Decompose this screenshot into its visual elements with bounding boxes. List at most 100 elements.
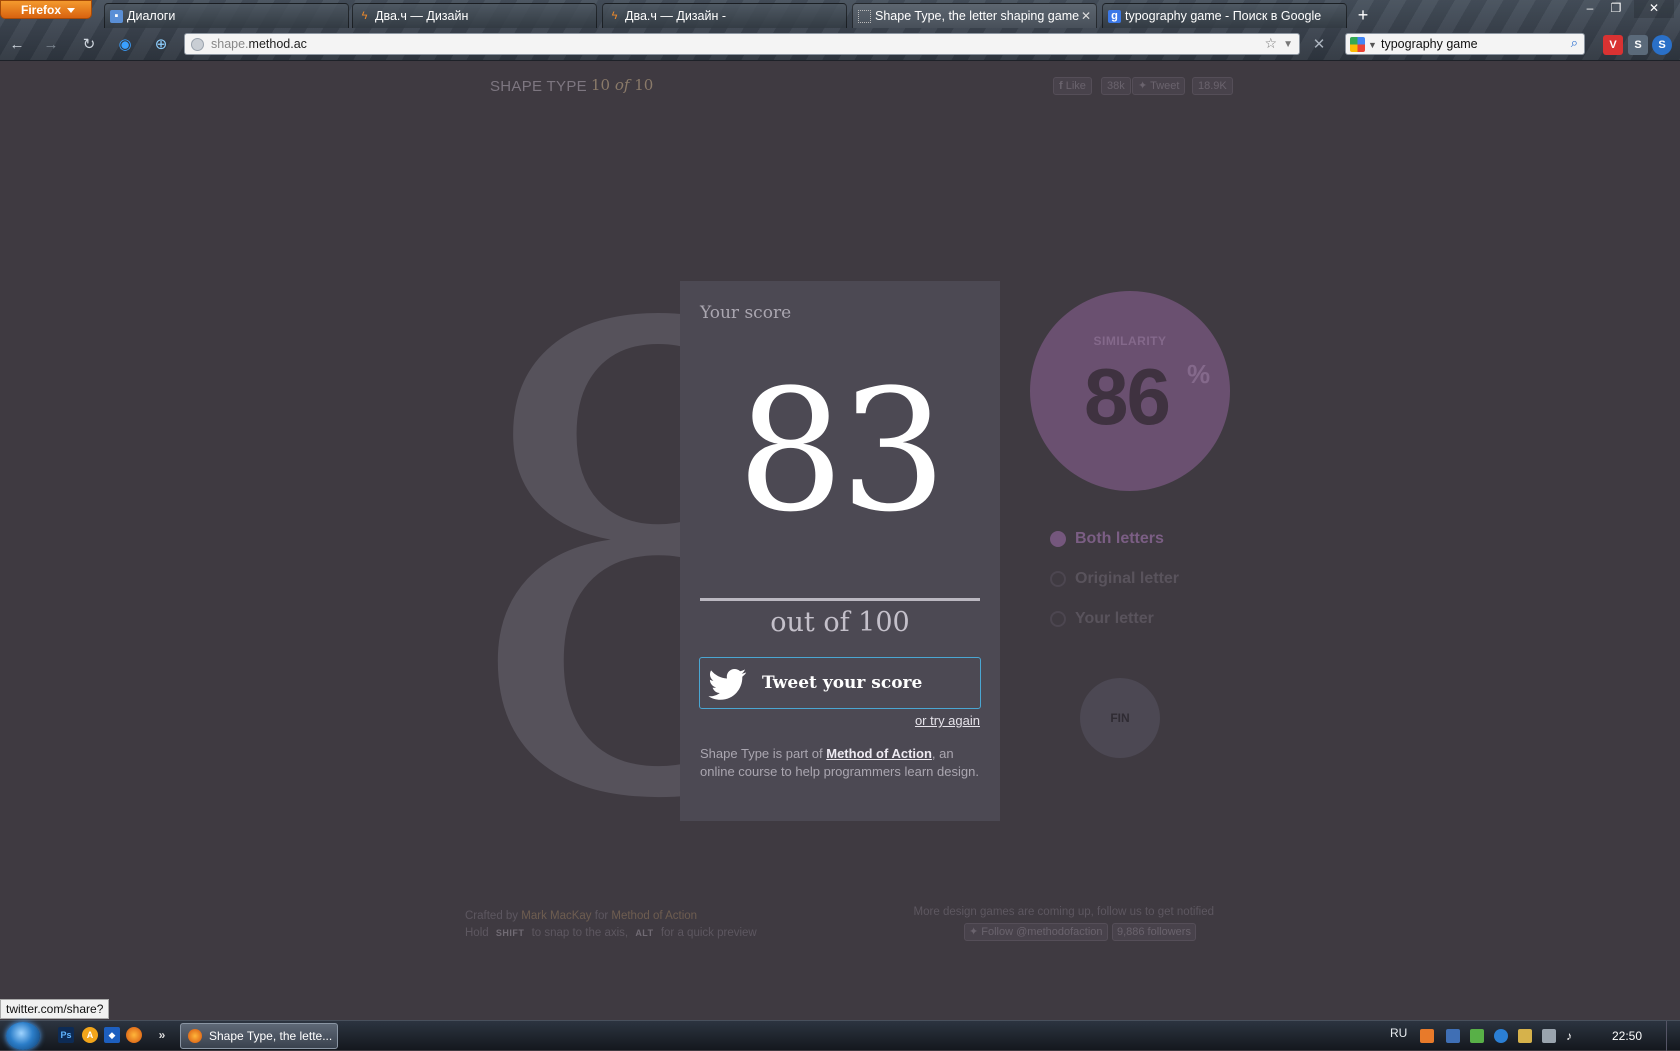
tweet-share-button[interactable]: ✦ Tweet	[1132, 77, 1186, 95]
firefox-icon	[188, 1029, 202, 1043]
google-engine-icon[interactable]	[1350, 37, 1365, 52]
url-bar[interactable]: shape.method.ac ☆ ▼	[184, 33, 1300, 55]
network-check-icon[interactable]	[1470, 1029, 1484, 1043]
similarity-badge: SIMILARITY 86 %	[1030, 291, 1230, 491]
more-quicklaunch-icon[interactable]: »	[154, 1027, 170, 1043]
search-icon[interactable]: ⌕	[1571, 35, 1578, 51]
crafted-mid: for	[594, 910, 609, 922]
minimize-icon[interactable]: –	[1578, 0, 1602, 18]
firefox-icon[interactable]	[126, 1027, 142, 1043]
view-option-label: Both letters	[1075, 530, 1164, 547]
flash-icon[interactable]	[1494, 1029, 1508, 1043]
addon-vans-icon[interactable]: V	[1603, 35, 1623, 55]
score-card: Your score 83 out of 100 Tweet your scor…	[680, 281, 1000, 821]
new-tab-button[interactable]: +	[1352, 6, 1374, 26]
org-link[interactable]: Method of Action	[611, 910, 697, 922]
facebook-like-button[interactable]: f Like	[1053, 77, 1092, 95]
chat-icon: ▪	[110, 10, 123, 23]
engine-dropdown-icon[interactable]: ▼	[1368, 35, 1377, 55]
site-identity-icon[interactable]	[191, 38, 204, 51]
like-count-badge: 38k	[1101, 77, 1131, 95]
tab-dvach-design-1[interactable]: ϟ Два.ч — Дизайн	[352, 3, 597, 28]
close-tab-icon[interactable]: ✕	[1081, 4, 1091, 28]
score-card-title: Your score	[700, 303, 792, 323]
crafted-prefix: Crafted by	[465, 910, 519, 922]
tab-shape-type[interactable]: Shape Type, the letter shaping game ✕	[852, 3, 1097, 28]
restore-icon[interactable]: ❐	[1604, 0, 1628, 18]
taskbar-item-firefox[interactable]: Shape Type, the lette...	[180, 1023, 338, 1049]
try-again-link[interactable]: or try again	[915, 713, 980, 728]
site-brand[interactable]: SHAPE TYPE	[490, 78, 587, 95]
author-link[interactable]: Mark MacKay	[521, 910, 591, 922]
page-content: SHAPE TYPE 10 of 10 f Like 38k ✦ Tweet 1…	[0, 62, 1680, 1020]
addon-speed-dial-icon[interactable]: ⊕	[150, 34, 172, 56]
action-center-icon[interactable]	[1542, 1029, 1556, 1043]
firefox-menu-label: Firefox	[21, 3, 62, 17]
back-icon[interactable]: ←	[6, 34, 28, 56]
stop-icon[interactable]: ✕	[1308, 34, 1330, 56]
url-subdomain: shape.	[211, 37, 249, 51]
twitter-bird-icon	[708, 669, 747, 700]
twitter-follow-button[interactable]: ✦ Follow @methodofaction	[964, 923, 1108, 941]
hold-text: Hold	[465, 927, 489, 939]
games-note: More design games are coming up, follow …	[913, 906, 1214, 918]
bolt-icon: ϟ	[611, 10, 618, 22]
radio-icon[interactable]	[1050, 531, 1066, 547]
addon-menu-icon[interactable]: S	[1628, 35, 1648, 55]
tweet-count-badge: 18.9K	[1192, 77, 1233, 95]
taskbar-item-label: Shape Type, the lette...	[209, 1029, 333, 1043]
search-input[interactable]: typography game	[1381, 34, 1478, 54]
home-icon[interactable]: ◉	[114, 34, 136, 56]
footer-credits: Crafted by Mark MacKay for Method of Act…	[465, 910, 757, 1004]
facebook-icon: f	[1059, 80, 1063, 92]
follow-label: Follow @methodofaction	[981, 926, 1103, 938]
tab-dialogs[interactable]: ▪ Диалоги	[104, 3, 349, 28]
start-button[interactable]	[6, 1022, 40, 1050]
dropbox-icon[interactable]: ◆	[104, 1027, 120, 1043]
radio-icon[interactable]	[1050, 571, 1066, 587]
aimp-icon[interactable]: A	[82, 1027, 98, 1043]
tools-tray-icon[interactable]	[1518, 1029, 1532, 1043]
tab-label: Shape Type, the letter shaping game	[875, 9, 1080, 23]
like-count: 38k	[1107, 80, 1125, 92]
alt-key-hint: ALT	[635, 928, 654, 938]
tweet-score-label: Tweet your score	[762, 673, 923, 693]
fin-button[interactable]: FIN	[1080, 678, 1160, 758]
show-desktop-button[interactable]	[1666, 1021, 1680, 1051]
twitter-icon: ✦	[1138, 80, 1148, 92]
forward-icon[interactable]: →	[40, 34, 62, 56]
windows-taskbar: Ps A ◆ » Shape Type, the lette... RU ♪ 2…	[0, 1020, 1680, 1051]
font-tray-icon[interactable]	[1446, 1029, 1460, 1043]
aimp-tray-icon[interactable]	[1420, 1029, 1434, 1043]
firefox-menu-button[interactable]: Firefox	[0, 0, 92, 19]
tab-google-search[interactable]: g typography game - Поиск в Google	[1102, 3, 1347, 28]
tweet-score-button[interactable]: Tweet your score	[699, 657, 981, 709]
method-of-action-link[interactable]: Method of Action	[826, 746, 932, 761]
score-value: 83	[737, 353, 947, 549]
photoshop-icon[interactable]: Ps	[58, 1027, 74, 1043]
tweet-count: 18.9K	[1198, 80, 1227, 92]
clock[interactable]: 22:50	[1612, 1029, 1642, 1043]
addon-sync-icon[interactable]: S	[1652, 35, 1672, 55]
score-out-of: out of 100	[770, 607, 910, 638]
reload-icon[interactable]: ↻	[78, 34, 100, 56]
tab-label: Два.ч — Дизайн -	[625, 9, 727, 23]
history-dropdown-icon[interactable]: ▼	[1283, 35, 1293, 55]
close-window-icon[interactable]: ✕	[1634, 0, 1674, 18]
follow-row: ✦ Follow @methodofaction 9,886 followers	[964, 923, 1196, 941]
tweet-label: Tweet	[1150, 80, 1180, 92]
radio-icon[interactable]	[1050, 611, 1066, 627]
chevron-down-icon	[67, 8, 75, 13]
url-domain: method.ac	[248, 37, 307, 51]
alt-hint-text: for a quick preview	[660, 927, 757, 939]
search-bar[interactable]: ▼ typography game ⌕	[1345, 33, 1585, 55]
volume-icon[interactable]: ♪	[1566, 1029, 1580, 1043]
score-divider	[700, 598, 980, 601]
tab-dvach-design-2[interactable]: ϟ Два.ч — Дизайн -	[602, 3, 847, 28]
level-total: 10	[634, 76, 654, 94]
language-indicator[interactable]: RU	[1390, 1026, 1407, 1040]
about-text: Shape Type is part of Method of Action, …	[700, 745, 984, 781]
google-icon: g	[1108, 10, 1121, 23]
bookmark-star-icon[interactable]: ☆	[1264, 35, 1277, 52]
view-option-label: Your letter	[1075, 610, 1154, 627]
